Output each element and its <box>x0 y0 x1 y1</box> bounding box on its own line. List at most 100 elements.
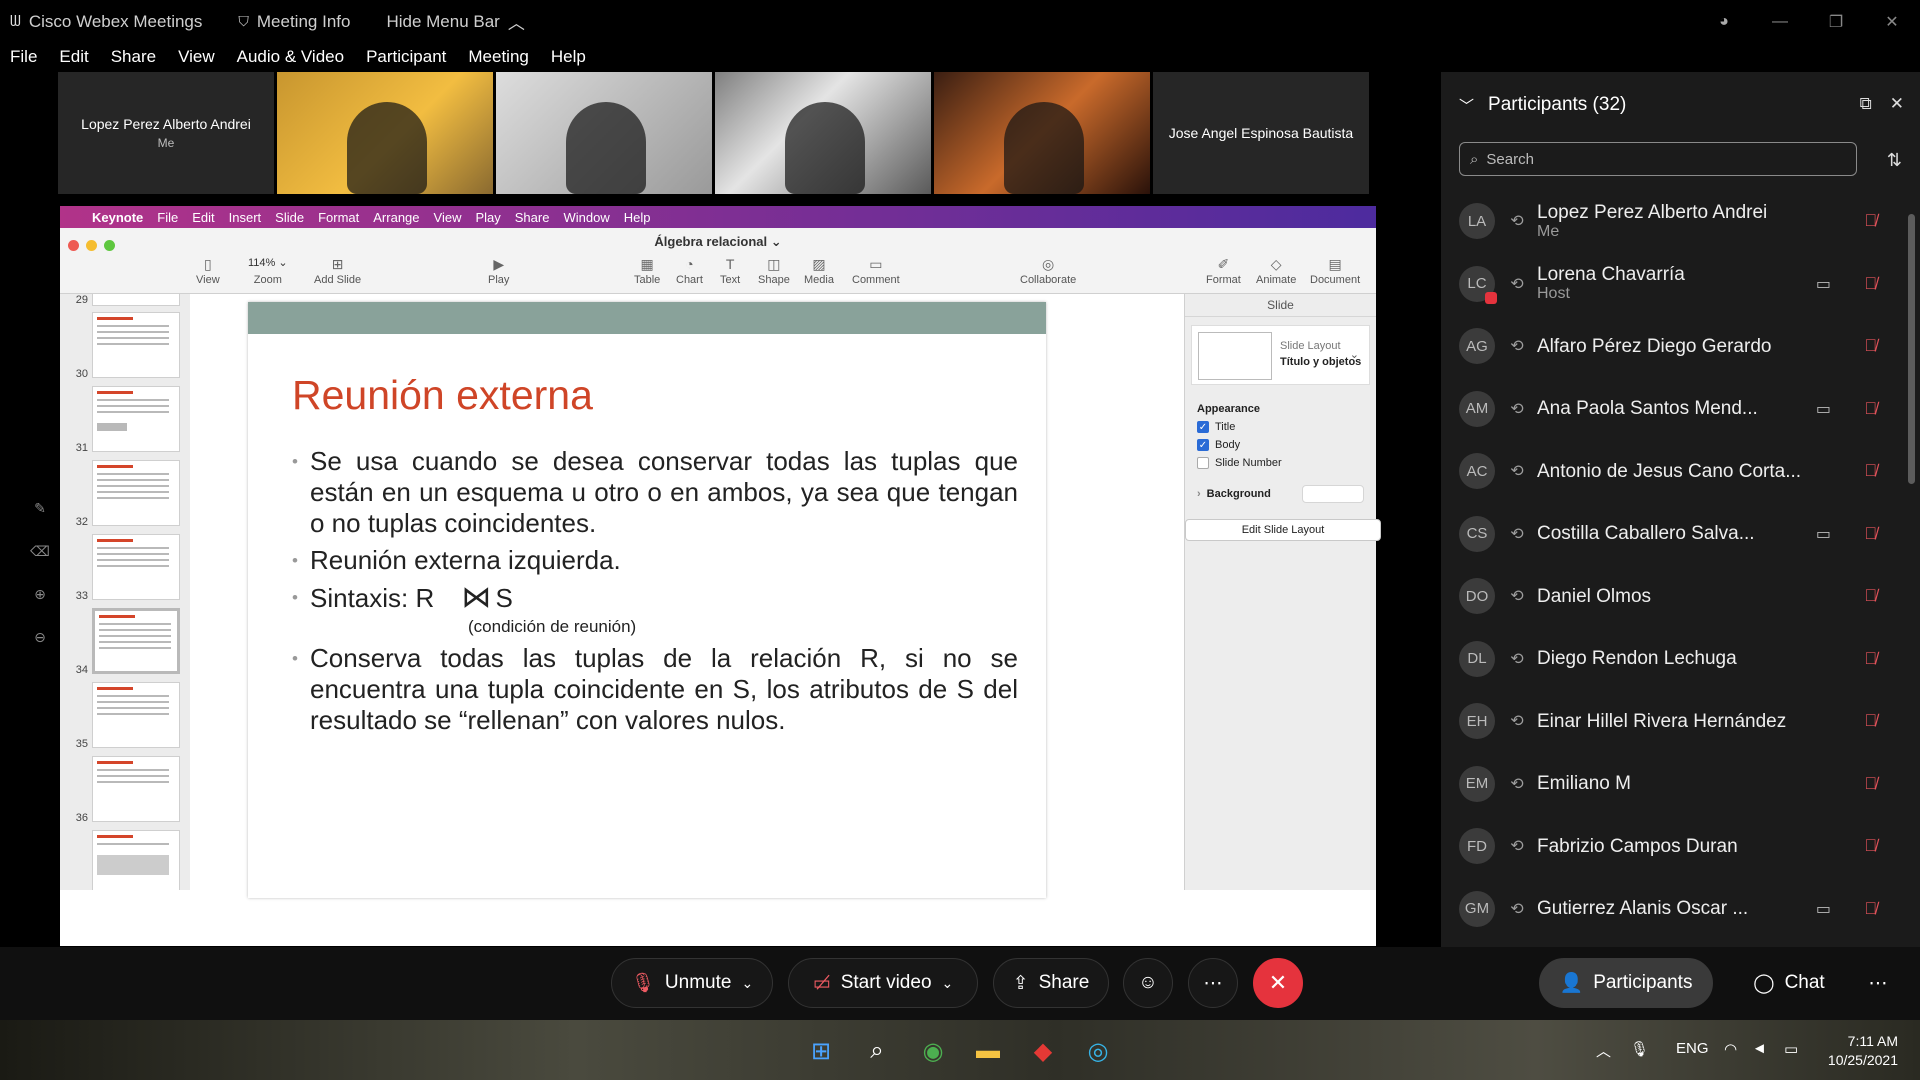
start-video-button[interactable]: ▭̸ Start video ⌄ <box>788 958 978 1008</box>
keynote-menu-slide: Slide <box>275 209 305 225</box>
minimize-button[interactable]: — <box>1752 13 1808 31</box>
leave-meeting-button[interactable]: ✕ <box>1253 958 1303 1008</box>
zoom-in-icon[interactable]: ⊕ <box>34 586 46 603</box>
menu-file[interactable]: File <box>10 47 37 67</box>
avatar: FD <box>1459 828 1495 865</box>
tool-label: Animate <box>1256 274 1297 286</box>
mic-muted-icon[interactable]: 🎙̸ <box>1864 461 1877 481</box>
layout-thumbnail <box>1198 332 1272 380</box>
participant-row[interactable]: EM ⟲ Emiliano M 🎙̸ <box>1459 753 1899 816</box>
keynote-menu-app: Keynote <box>92 209 144 225</box>
participant-row[interactable]: EH ⟲ Einar Hillel Rivera Hernández 🎙̸ <box>1459 690 1899 753</box>
system-clock[interactable]: 7:11 AM 10/25/2021 <box>1828 1032 1898 1070</box>
volume-icon[interactable]: ◄ <box>1752 1040 1767 1057</box>
search-icon: ⌕ <box>1470 150 1479 168</box>
tool-text: T Text <box>720 256 740 286</box>
language-indicator[interactable]: ENG <box>1676 1040 1709 1057</box>
menu-participant[interactable]: Participant <box>366 47 446 67</box>
document-title: Álgebra relacional ⌄ <box>654 234 782 249</box>
mic-muted-icon[interactable]: 🎙̸ <box>1864 774 1877 794</box>
share-button[interactable]: ⇪ Share <box>993 958 1109 1008</box>
inspector-header: Slide <box>1185 294 1376 317</box>
menu-audio-video[interactable]: Audio & Video <box>237 47 344 67</box>
participant-search-input[interactable]: ⌕ Search <box>1459 142 1857 176</box>
pop-out-icon[interactable]: ⧉ <box>1860 94 1872 114</box>
tool-label: Chart <box>676 274 703 286</box>
chevron-up-icon[interactable]: ︿ <box>1596 1040 1611 1061</box>
zoom-out-icon[interactable]: ⊖ <box>34 629 46 646</box>
mic-muted-icon[interactable]: 🎙̸ <box>1864 899 1877 919</box>
wifi-icon[interactable]: ◠ <box>1724 1040 1737 1058</box>
chevron-down-icon[interactable]: ﹀ <box>1459 95 1474 116</box>
hide-menu-bar-button[interactable]: Hide Menu Bar ︿ <box>386 9 524 34</box>
mic-muted-icon[interactable]: 🎙̸ <box>1864 336 1877 356</box>
menu-help[interactable]: Help <box>551 47 586 67</box>
slide-number: 34 <box>75 664 88 676</box>
meeting-info-button[interactable]: ⛉ Meeting Info <box>238 12 350 32</box>
participant-row[interactable]: GM ⟲ Gutierrez Alanis Oscar ... ▭ 🎙̸ <box>1459 878 1899 941</box>
checkbox-label: Slide Number <box>1215 457 1282 469</box>
sidebar-icon: ▯ <box>203 256 212 272</box>
participant-row[interactable]: DO ⟲ Daniel Olmos 🎙̸ <box>1459 565 1899 628</box>
participant-row[interactable]: LA ⟲ Lopez Perez Alberto Andrei Me 🎙̸ <box>1459 190 1899 253</box>
close-window-button[interactable]: ✕ <box>1864 12 1920 32</box>
menu-share[interactable]: Share <box>111 47 156 67</box>
video-tile[interactable] <box>934 72 1150 194</box>
mic-muted-icon[interactable]: 🎙̸ <box>1864 649 1877 669</box>
participant-row[interactable]: AM ⟲ Ana Paola Santos Mend... ▭ 🎙̸ <box>1459 378 1899 441</box>
mic-muted-icon[interactable]: 🎙̸ <box>1864 586 1877 606</box>
video-tile[interactable] <box>496 72 712 194</box>
network-stats-icon[interactable]: ◕ <box>1696 13 1752 31</box>
chat-label: Chat <box>1784 972 1825 993</box>
scrollbar-thumb[interactable] <box>1908 214 1915 484</box>
menu-edit[interactable]: Edit <box>59 47 88 67</box>
mic-muted-icon[interactable]: 🎙̸ <box>1864 711 1877 731</box>
slide-thumbnail <box>92 830 180 890</box>
microphone-icon[interactable]: 🎙 <box>1630 1040 1649 1058</box>
slide-canvas: Reunión externa Se usa cuando se desea c… <box>190 294 1184 898</box>
participant-row[interactable]: FD ⟲ Fabrizio Campos Duran 🎙̸ <box>1459 815 1899 878</box>
red-app-icon[interactable]: ◆ <box>1028 1036 1058 1066</box>
video-tile-name-only[interactable]: Jose Angel Espinosa Bautista <box>1153 72 1369 194</box>
mic-muted-icon[interactable]: 🎙̸ <box>1864 399 1877 419</box>
menu-view[interactable]: View <box>178 47 215 67</box>
shape-icon: ◫ <box>767 256 781 272</box>
menu-meeting[interactable]: Meeting <box>468 47 528 67</box>
participant-row[interactable]: DL ⟲ Diego Rendon Lechuga 🎙̸ <box>1459 628 1899 691</box>
file-explorer-icon[interactable]: ▬ <box>973 1036 1003 1066</box>
participant-row[interactable]: CS ⟲ Costilla Caballero Salva... ▭ 🎙̸ <box>1459 503 1899 566</box>
participant-row[interactable]: AG ⟲ Alfaro Pérez Diego Gerardo 🎙̸ <box>1459 315 1899 378</box>
mic-muted-icon[interactable]: 🎙̸ <box>1864 274 1877 294</box>
mic-muted-icon[interactable]: 🎙̸ <box>1864 836 1877 856</box>
tool-label: Text <box>720 274 741 286</box>
unmute-button[interactable]: 🎙 Unmute ⌄ <box>611 958 773 1008</box>
video-tile[interactable] <box>277 72 493 194</box>
battery-icon[interactable]: ▭ <box>1784 1040 1798 1058</box>
mic-muted-icon[interactable]: 🎙̸ <box>1864 524 1877 544</box>
windows-start-icon[interactable]: ⊞ <box>806 1036 836 1066</box>
chat-button[interactable]: ◯ Chat <box>1729 958 1849 1008</box>
checkbox-checked-icon: ✓ <box>1197 439 1209 451</box>
eraser-icon[interactable]: ⌫ <box>30 543 50 560</box>
app-title: ᗯ Cisco Webex Meetings <box>10 12 202 32</box>
participant-row[interactable]: LC ⟲ Lorena Chavarría Host ▭ 🎙̸ <box>1459 253 1899 316</box>
search-icon[interactable]: ⌕ <box>862 1036 892 1066</box>
video-tile[interactable] <box>715 72 931 194</box>
tool-format: ✐ Format <box>1206 256 1241 286</box>
chrome-icon[interactable]: ◉ <box>918 1036 948 1066</box>
participant-list-scrollbar[interactable] <box>1908 194 1916 854</box>
annotate-icon[interactable]: ✎ <box>34 500 46 517</box>
participant-row[interactable]: AC ⟲ Antonio de Jesus Cano Corta... 🎙̸ <box>1459 440 1899 503</box>
mic-muted-icon[interactable]: 🎙̸ <box>1864 211 1877 231</box>
participants-button[interactable]: 👤 Participants <box>1539 958 1713 1008</box>
webex-icon[interactable]: ◎ <box>1083 1036 1113 1066</box>
reactions-button[interactable]: ☺ <box>1123 958 1173 1008</box>
panel-more-button[interactable]: ⋯ <box>1856 958 1900 1008</box>
sync-icon: ⟲ <box>1510 400 1524 418</box>
more-options-button[interactable]: ⋯ <box>1188 958 1238 1008</box>
video-tile-self[interactable]: Lopez Perez Alberto Andrei Me <box>58 72 274 194</box>
close-icon[interactable]: ✕ <box>1890 94 1904 114</box>
sort-icon[interactable]: ⇅ <box>1887 150 1902 171</box>
restore-button[interactable]: ❐ <box>1808 12 1864 32</box>
avatar: GM <box>1459 890 1495 927</box>
